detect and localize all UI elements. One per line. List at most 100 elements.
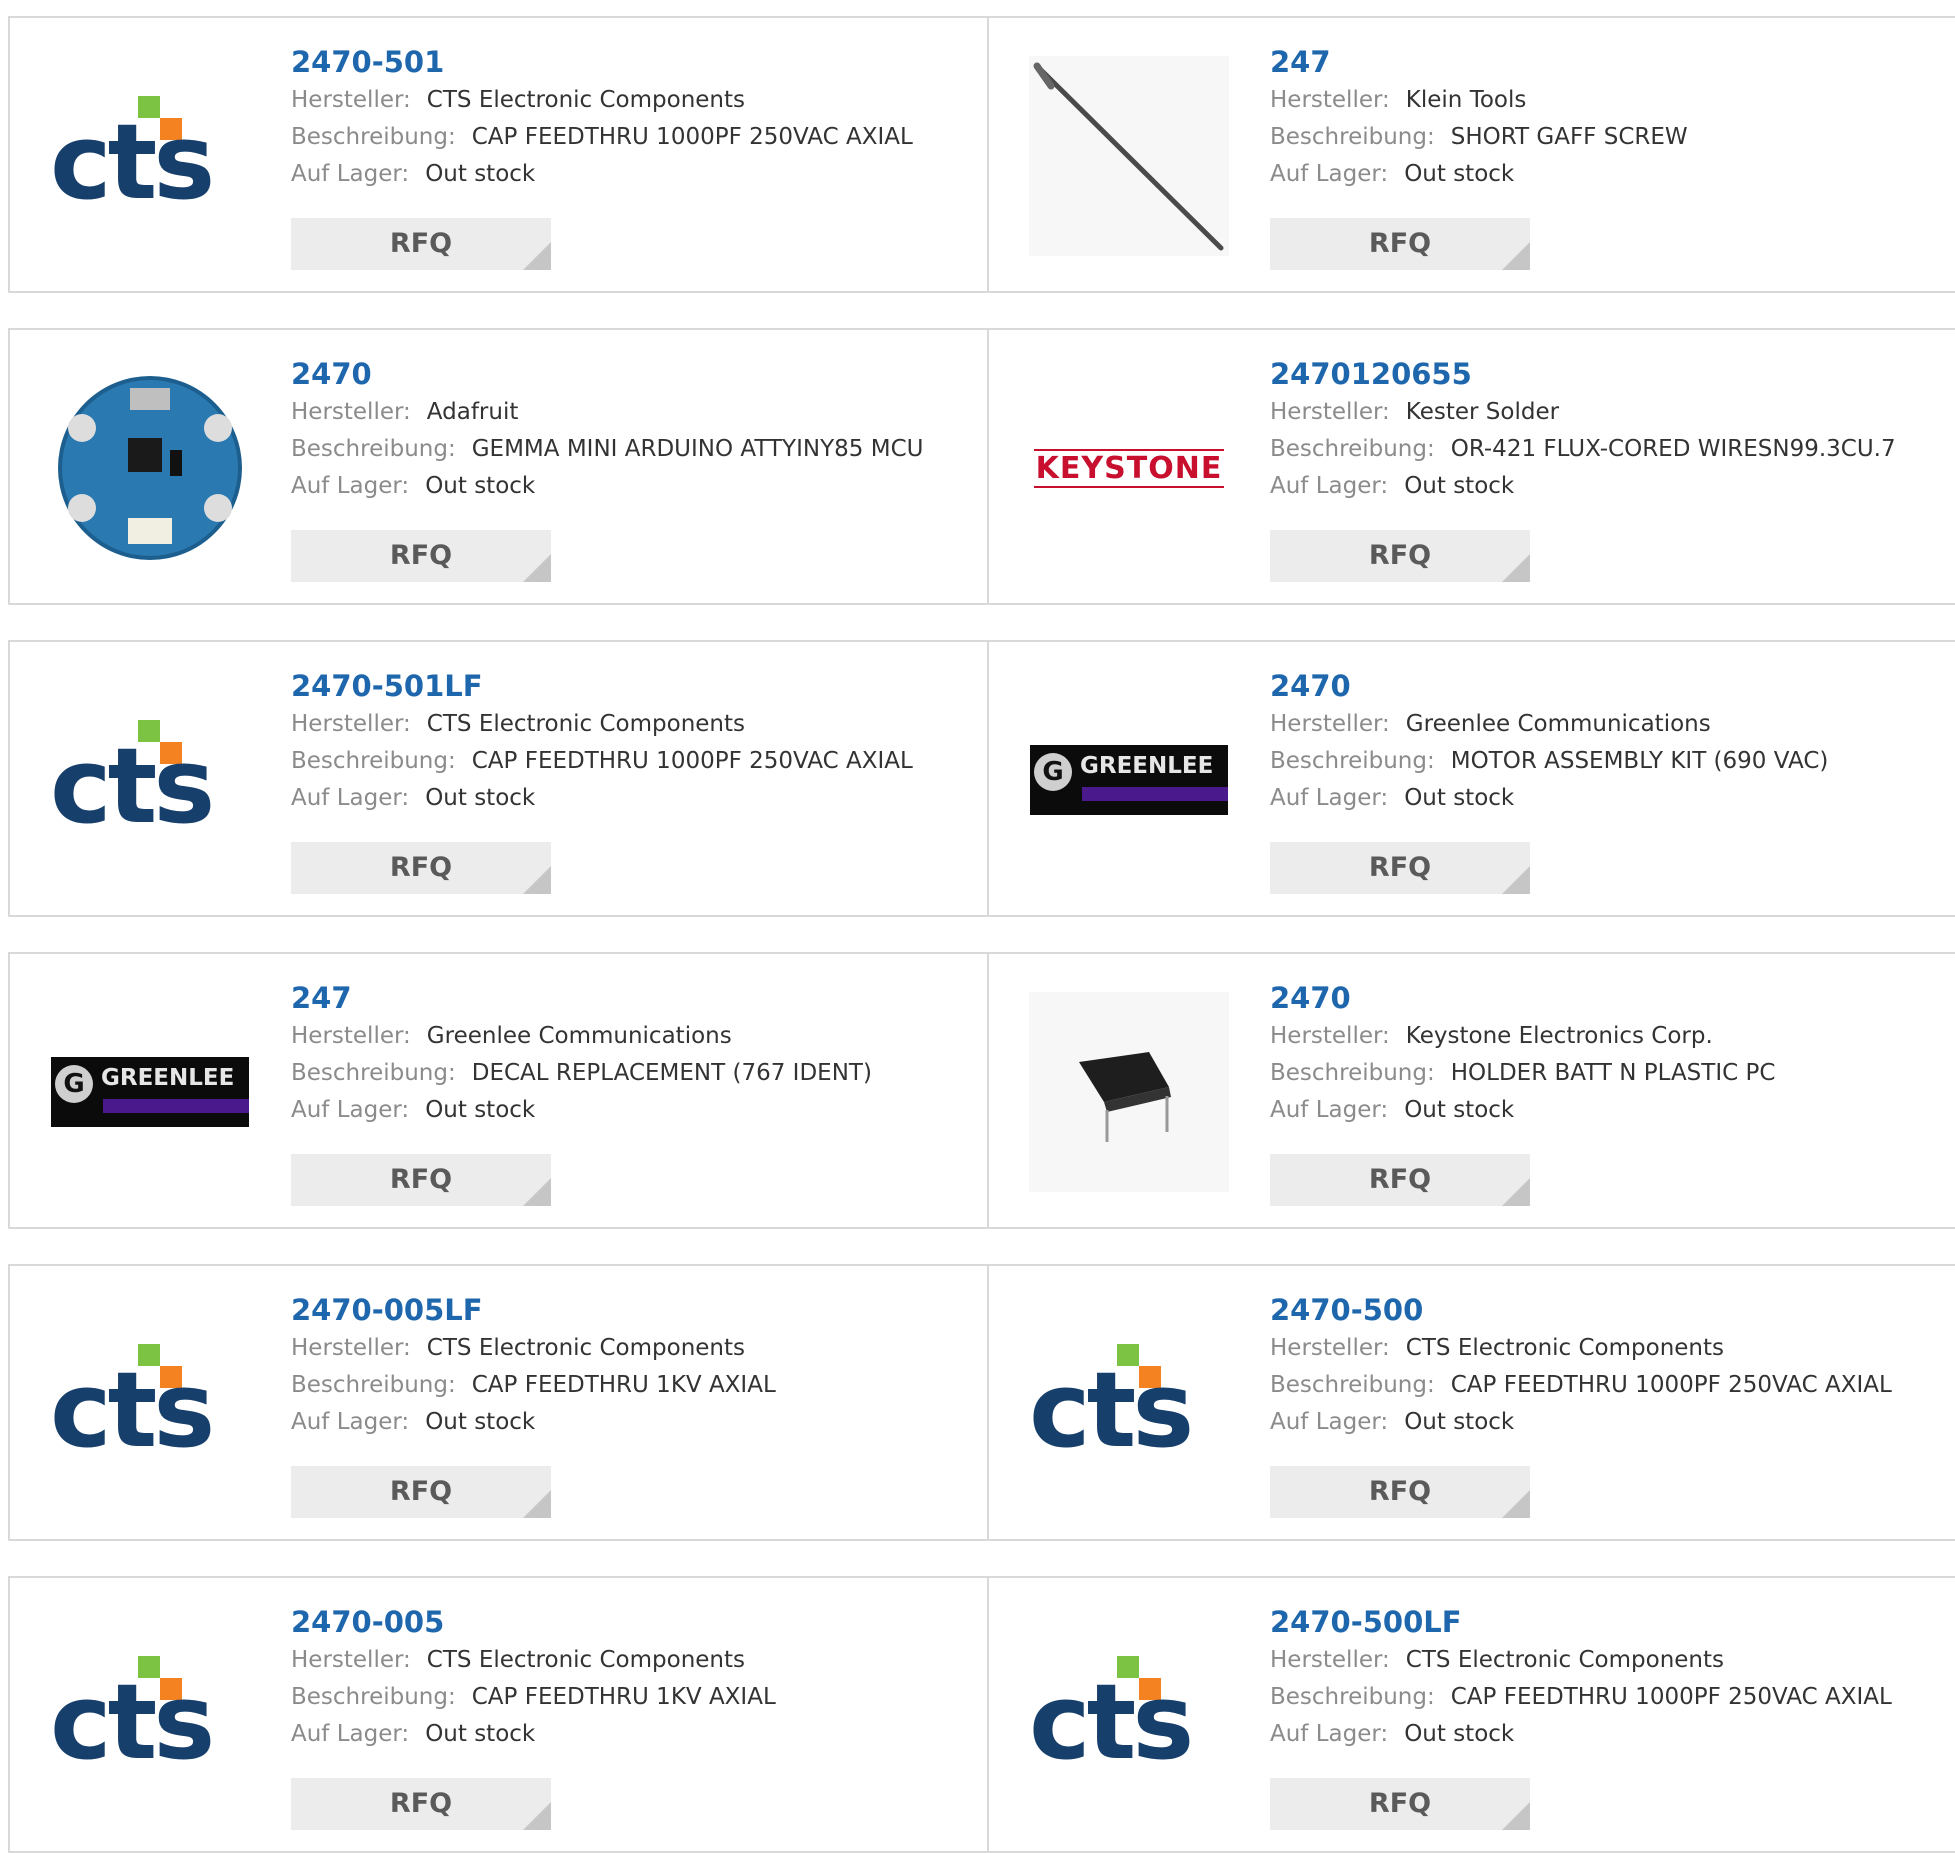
corner-fold-icon [523, 554, 551, 582]
gaff-screw-photo [1029, 56, 1229, 256]
part-number-link[interactable]: 247 [1270, 42, 1952, 82]
manufacturer-value: Greenlee Communications [1405, 711, 1711, 737]
manufacturer-label: Hersteller: [1270, 1647, 1390, 1673]
rfq-button[interactable]: RFQ [291, 530, 551, 582]
rfq-button[interactable]: RFQ [291, 1778, 551, 1830]
product-image[interactable]: cts [1029, 1616, 1229, 1816]
manufacturer-row: Hersteller: Klein Tools [1270, 82, 1952, 119]
manufacturer-row: Hersteller: CTS Electronic Components [291, 1642, 980, 1679]
part-number-link[interactable]: 2470120655 [1270, 354, 1952, 394]
stock-label: Auf Lager: [1270, 473, 1389, 499]
product-image[interactable]: cts [50, 680, 250, 880]
stock-label: Auf Lager: [1270, 785, 1389, 811]
manufacturer-value: Greenlee Communications [426, 1023, 732, 1049]
product-card: 2470 Hersteller: Adafruit Beschreibung: GEMM… [8, 328, 990, 605]
product-image[interactable]: KEYSTONE [1029, 368, 1229, 568]
rfq-label: RFQ [389, 852, 453, 883]
rfq-button[interactable]: RFQ [291, 1466, 551, 1518]
stock-label: Auf Lager: [1270, 1097, 1389, 1123]
manufacturer-label: Hersteller: [1270, 711, 1390, 737]
product-image[interactable]: cts [50, 1304, 250, 1504]
stock-label: Auf Lager: [291, 473, 410, 499]
stock-row: Auf Lager: Out stock [291, 156, 980, 193]
product-card: KEYSTONE 2470120655 Hersteller: Kester Sold… [987, 328, 1955, 605]
part-number-link[interactable]: 2470 [1270, 978, 1952, 1018]
description-value: MOTOR ASSEMBLY KIT (690 VAC) [1450, 748, 1829, 774]
product-image[interactable]: G GREENLEE [1029, 680, 1229, 880]
product-card: 2470 Hersteller: Keystone Electronics Corp… [987, 952, 1955, 1229]
stock-value: Out stock [1404, 1409, 1515, 1435]
rfq-label: RFQ [1368, 1164, 1432, 1195]
rfq-button[interactable]: RFQ [1270, 842, 1530, 894]
description-value: CAP FEEDTHRU 1000PF 250VAC AXIAL [471, 748, 913, 774]
product-image[interactable]: cts [50, 1616, 250, 1816]
rfq-label: RFQ [1368, 852, 1432, 883]
description-row: Beschreibung: MOTOR ASSEMBLY KIT (690 VAC… [1270, 743, 1952, 780]
rfq-button[interactable]: RFQ [291, 842, 551, 894]
part-number-link[interactable]: 2470-501 [291, 42, 980, 82]
description-label: Beschreibung: [1270, 124, 1435, 150]
cts-logo: cts [50, 96, 250, 216]
manufacturer-label: Hersteller: [1270, 1335, 1390, 1361]
product-card: cts 2470-501LF Hersteller: CTS Electronic C… [8, 640, 990, 917]
part-number-link[interactable]: 247 [291, 978, 980, 1018]
product-image[interactable] [50, 368, 250, 568]
stock-label: Auf Lager: [291, 161, 410, 187]
rfq-label: RFQ [389, 1164, 453, 1195]
description-label: Beschreibung: [291, 124, 456, 150]
corner-fold-icon [1502, 554, 1530, 582]
description-value: OR-421 FLUX-CORED WIRESN99.3CU.7 [1450, 436, 1896, 462]
rfq-button[interactable]: RFQ [1270, 1466, 1530, 1518]
rfq-button[interactable]: RFQ [1270, 530, 1530, 582]
rfq-label: RFQ [389, 228, 453, 259]
part-number-link[interactable]: 2470 [291, 354, 980, 394]
description-label: Beschreibung: [1270, 436, 1435, 462]
rfq-label: RFQ [1368, 228, 1432, 259]
corner-fold-icon [1502, 1490, 1530, 1518]
rfq-button[interactable]: RFQ [1270, 1778, 1530, 1830]
product-image[interactable] [1029, 56, 1229, 256]
rfq-button[interactable]: RFQ [291, 218, 551, 270]
greenlee-logo: G GREENLEE [1030, 745, 1228, 815]
stock-row: Auf Lager: Out stock [291, 468, 980, 505]
greenlee-logo: G GREENLEE [51, 1057, 249, 1127]
manufacturer-label: Hersteller: [291, 1647, 411, 1673]
manufacturer-value: CTS Electronic Components [426, 1335, 746, 1361]
cts-logo: cts [50, 1656, 250, 1776]
part-number-link[interactable]: 2470-005LF [291, 1290, 980, 1330]
part-number-link[interactable]: 2470-500LF [1270, 1602, 1952, 1642]
keystone-logo: KEYSTONE [1033, 448, 1225, 488]
part-number-link[interactable]: 2470-005 [291, 1602, 980, 1642]
part-number-link[interactable]: 2470-501LF [291, 666, 980, 706]
rfq-button[interactable]: RFQ [1270, 218, 1530, 270]
rfq-button[interactable]: RFQ [1270, 1154, 1530, 1206]
corner-fold-icon [1502, 1178, 1530, 1206]
description-value: DECAL REPLACEMENT (767 IDENT) [471, 1060, 872, 1086]
description-value: CAP FEEDTHRU 1000PF 250VAC AXIAL [1450, 1684, 1892, 1710]
part-number-link[interactable]: 2470 [1270, 666, 1952, 706]
stock-row: Auf Lager: Out stock [1270, 1092, 1952, 1129]
manufacturer-label: Hersteller: [291, 87, 411, 113]
stock-label: Auf Lager: [291, 1721, 410, 1747]
description-label: Beschreibung: [291, 1684, 456, 1710]
stock-value: Out stock [425, 785, 536, 811]
part-number-link[interactable]: 2470-500 [1270, 1290, 1952, 1330]
product-image[interactable]: cts [50, 56, 250, 256]
description-row: Beschreibung: DECAL REPLACEMENT (767 IDEN… [291, 1055, 980, 1092]
manufacturer-row: Hersteller: CTS Electronic Components [291, 82, 980, 119]
rfq-label: RFQ [389, 540, 453, 571]
product-card: cts 2470-500 Hersteller: CTS Electronic Com… [987, 1264, 1955, 1541]
cts-logo: cts [50, 1344, 250, 1464]
stock-value: Out stock [1404, 785, 1515, 811]
manufacturer-row: Hersteller: CTS Electronic Components [291, 706, 980, 743]
product-image[interactable] [1029, 992, 1229, 1192]
corner-fold-icon [523, 1490, 551, 1518]
corner-fold-icon [523, 1178, 551, 1206]
description-label: Beschreibung: [291, 1372, 456, 1398]
manufacturer-value: CTS Electronic Components [426, 711, 746, 737]
description-value: CAP FEEDTHRU 1KV AXIAL [471, 1684, 776, 1710]
rfq-button[interactable]: RFQ [291, 1154, 551, 1206]
product-image[interactable]: cts [1029, 1304, 1229, 1504]
stock-row: Auf Lager: Out stock [291, 1092, 980, 1129]
product-image[interactable]: G GREENLEE [50, 992, 250, 1192]
